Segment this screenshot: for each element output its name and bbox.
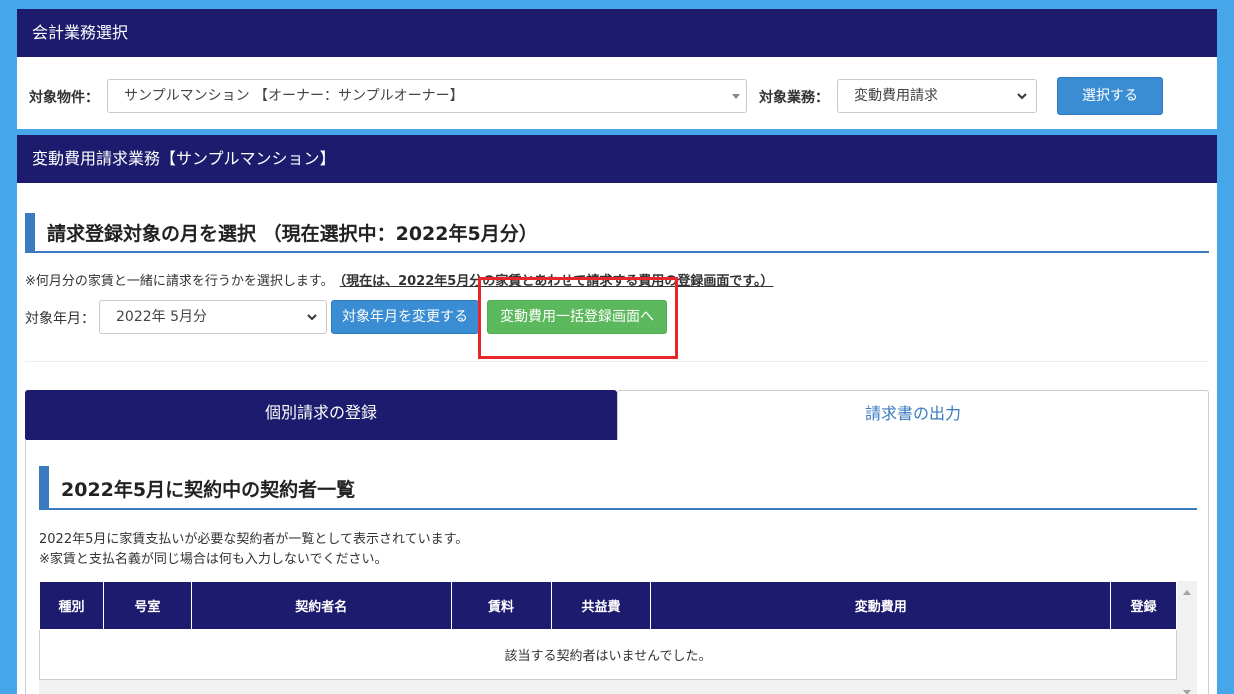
column-header-common-fee: 共益費	[550, 581, 652, 630]
chevron-down-icon	[307, 314, 317, 321]
column-header-room: 号室	[102, 581, 192, 630]
contractor-table: 種別 号室 契約者名 賃料 共益費 変動費用 登録 該当する契約者はいませんでし…	[39, 581, 1178, 680]
column-header-register: 登録	[1109, 581, 1178, 630]
table-row: 該当する契約者はいませんでした。	[39, 629, 1177, 680]
list-description: 2022年5月に家賃支払いが必要な契約者が一覧として表示されています。	[39, 532, 469, 547]
contractor-list-title-text: 2022年5月に契約中の契約者一覧	[61, 479, 356, 501]
select-button[interactable]: 選択する	[1057, 77, 1163, 115]
title-accent-bar	[25, 213, 35, 251]
scroll-down-icon[interactable]	[1183, 690, 1191, 694]
month-label: 対象年月：	[25, 311, 95, 327]
scroll-up-icon[interactable]	[1183, 590, 1191, 595]
tab-invoice-output[interactable]: 請求書の出力	[617, 390, 1209, 440]
month-note: ※何月分の家賃と一緒に請求を行うかを選択します。 （現在は、2022年5月分の家賃…	[25, 270, 774, 289]
vertical-scrollbar[interactable]	[1177, 581, 1197, 694]
column-header-variable-cost: 変動費用	[650, 581, 1111, 630]
month-select-section-title: 請求登録対象の月を選択 （現在選択中：2022年5月分）	[25, 213, 1209, 253]
tab-bar: 個別請求の登録 請求書の出力	[25, 390, 1209, 440]
column-header-type: 種別	[39, 581, 104, 630]
selection-row: 対象物件： サンプルマンション 【オーナー：サンプルオーナー】 対象業務： 変動…	[17, 77, 1217, 115]
title-accent-bar	[39, 466, 49, 508]
section-title-text: 請求登録対象の月を選択 （現在選択中：2022年5月分）	[47, 223, 538, 245]
chevron-down-icon	[1017, 93, 1027, 100]
change-month-button[interactable]: 対象年月を変更する	[331, 300, 479, 334]
contractor-list-title: 2022年5月に契約中の契約者一覧	[39, 466, 1197, 510]
caret-down-icon	[732, 94, 740, 99]
tab-individual-billing[interactable]: 個別請求の登録	[25, 390, 617, 440]
column-header-contractor-name: 契約者名	[190, 581, 452, 630]
tab-content: 2022年5月に契約中の契約者一覧 2022年5月に家賃支払いが必要な契約者が一…	[25, 439, 1209, 694]
table-header-row: 種別 号室 契約者名 賃料 共益費 変動費用 登録	[39, 581, 1178, 630]
column-header-rent: 賃料	[450, 581, 552, 630]
property-select[interactable]: サンプルマンション 【オーナー：サンプルオーナー】	[107, 79, 747, 113]
empty-table-message: 該当する契約者はいませんでした。	[39, 629, 1177, 680]
accounting-selection-panel: 会計業務選択 対象物件： サンプルマンション 【オーナー：サンプルオーナー】 対…	[17, 9, 1217, 129]
task-select-value: 変動費用請求	[854, 88, 938, 104]
month-note-emphasis: （現在は、2022年5月分の家賃とあわせて請求する費用の登録画面です。）	[339, 274, 774, 289]
bulk-register-button[interactable]: 変動費用一括登録画面へ	[487, 300, 667, 334]
contractor-table-container: 種別 号室 契約者名 賃料 共益費 変動費用 登録 該当する契約者はいませんでし…	[39, 581, 1197, 694]
month-select-value: 2022年 5月分	[116, 309, 207, 325]
panel-header-accounting: 会計業務選択	[17, 9, 1217, 57]
month-note-text: ※何月分の家賃と一緒に請求を行うかを選択します。	[25, 274, 334, 289]
section-divider	[25, 361, 1209, 362]
property-label: 対象物件：	[29, 90, 99, 106]
variable-cost-billing-panel: 変動費用請求業務【サンプルマンション】 請求登録対象の月を選択 （現在選択中：2…	[17, 135, 1217, 694]
task-select[interactable]: 変動費用請求	[837, 79, 1037, 113]
task-label: 対象業務：	[759, 90, 829, 106]
month-select[interactable]: 2022年 5月分	[99, 300, 327, 334]
panel-header-billing: 変動費用請求業務【サンプルマンション】	[17, 135, 1217, 183]
property-select-value: サンプルマンション 【オーナー：サンプルオーナー】	[124, 88, 464, 104]
list-note: ※家賃と支払名義が同じ場合は何も入力しないでください。	[39, 552, 388, 567]
